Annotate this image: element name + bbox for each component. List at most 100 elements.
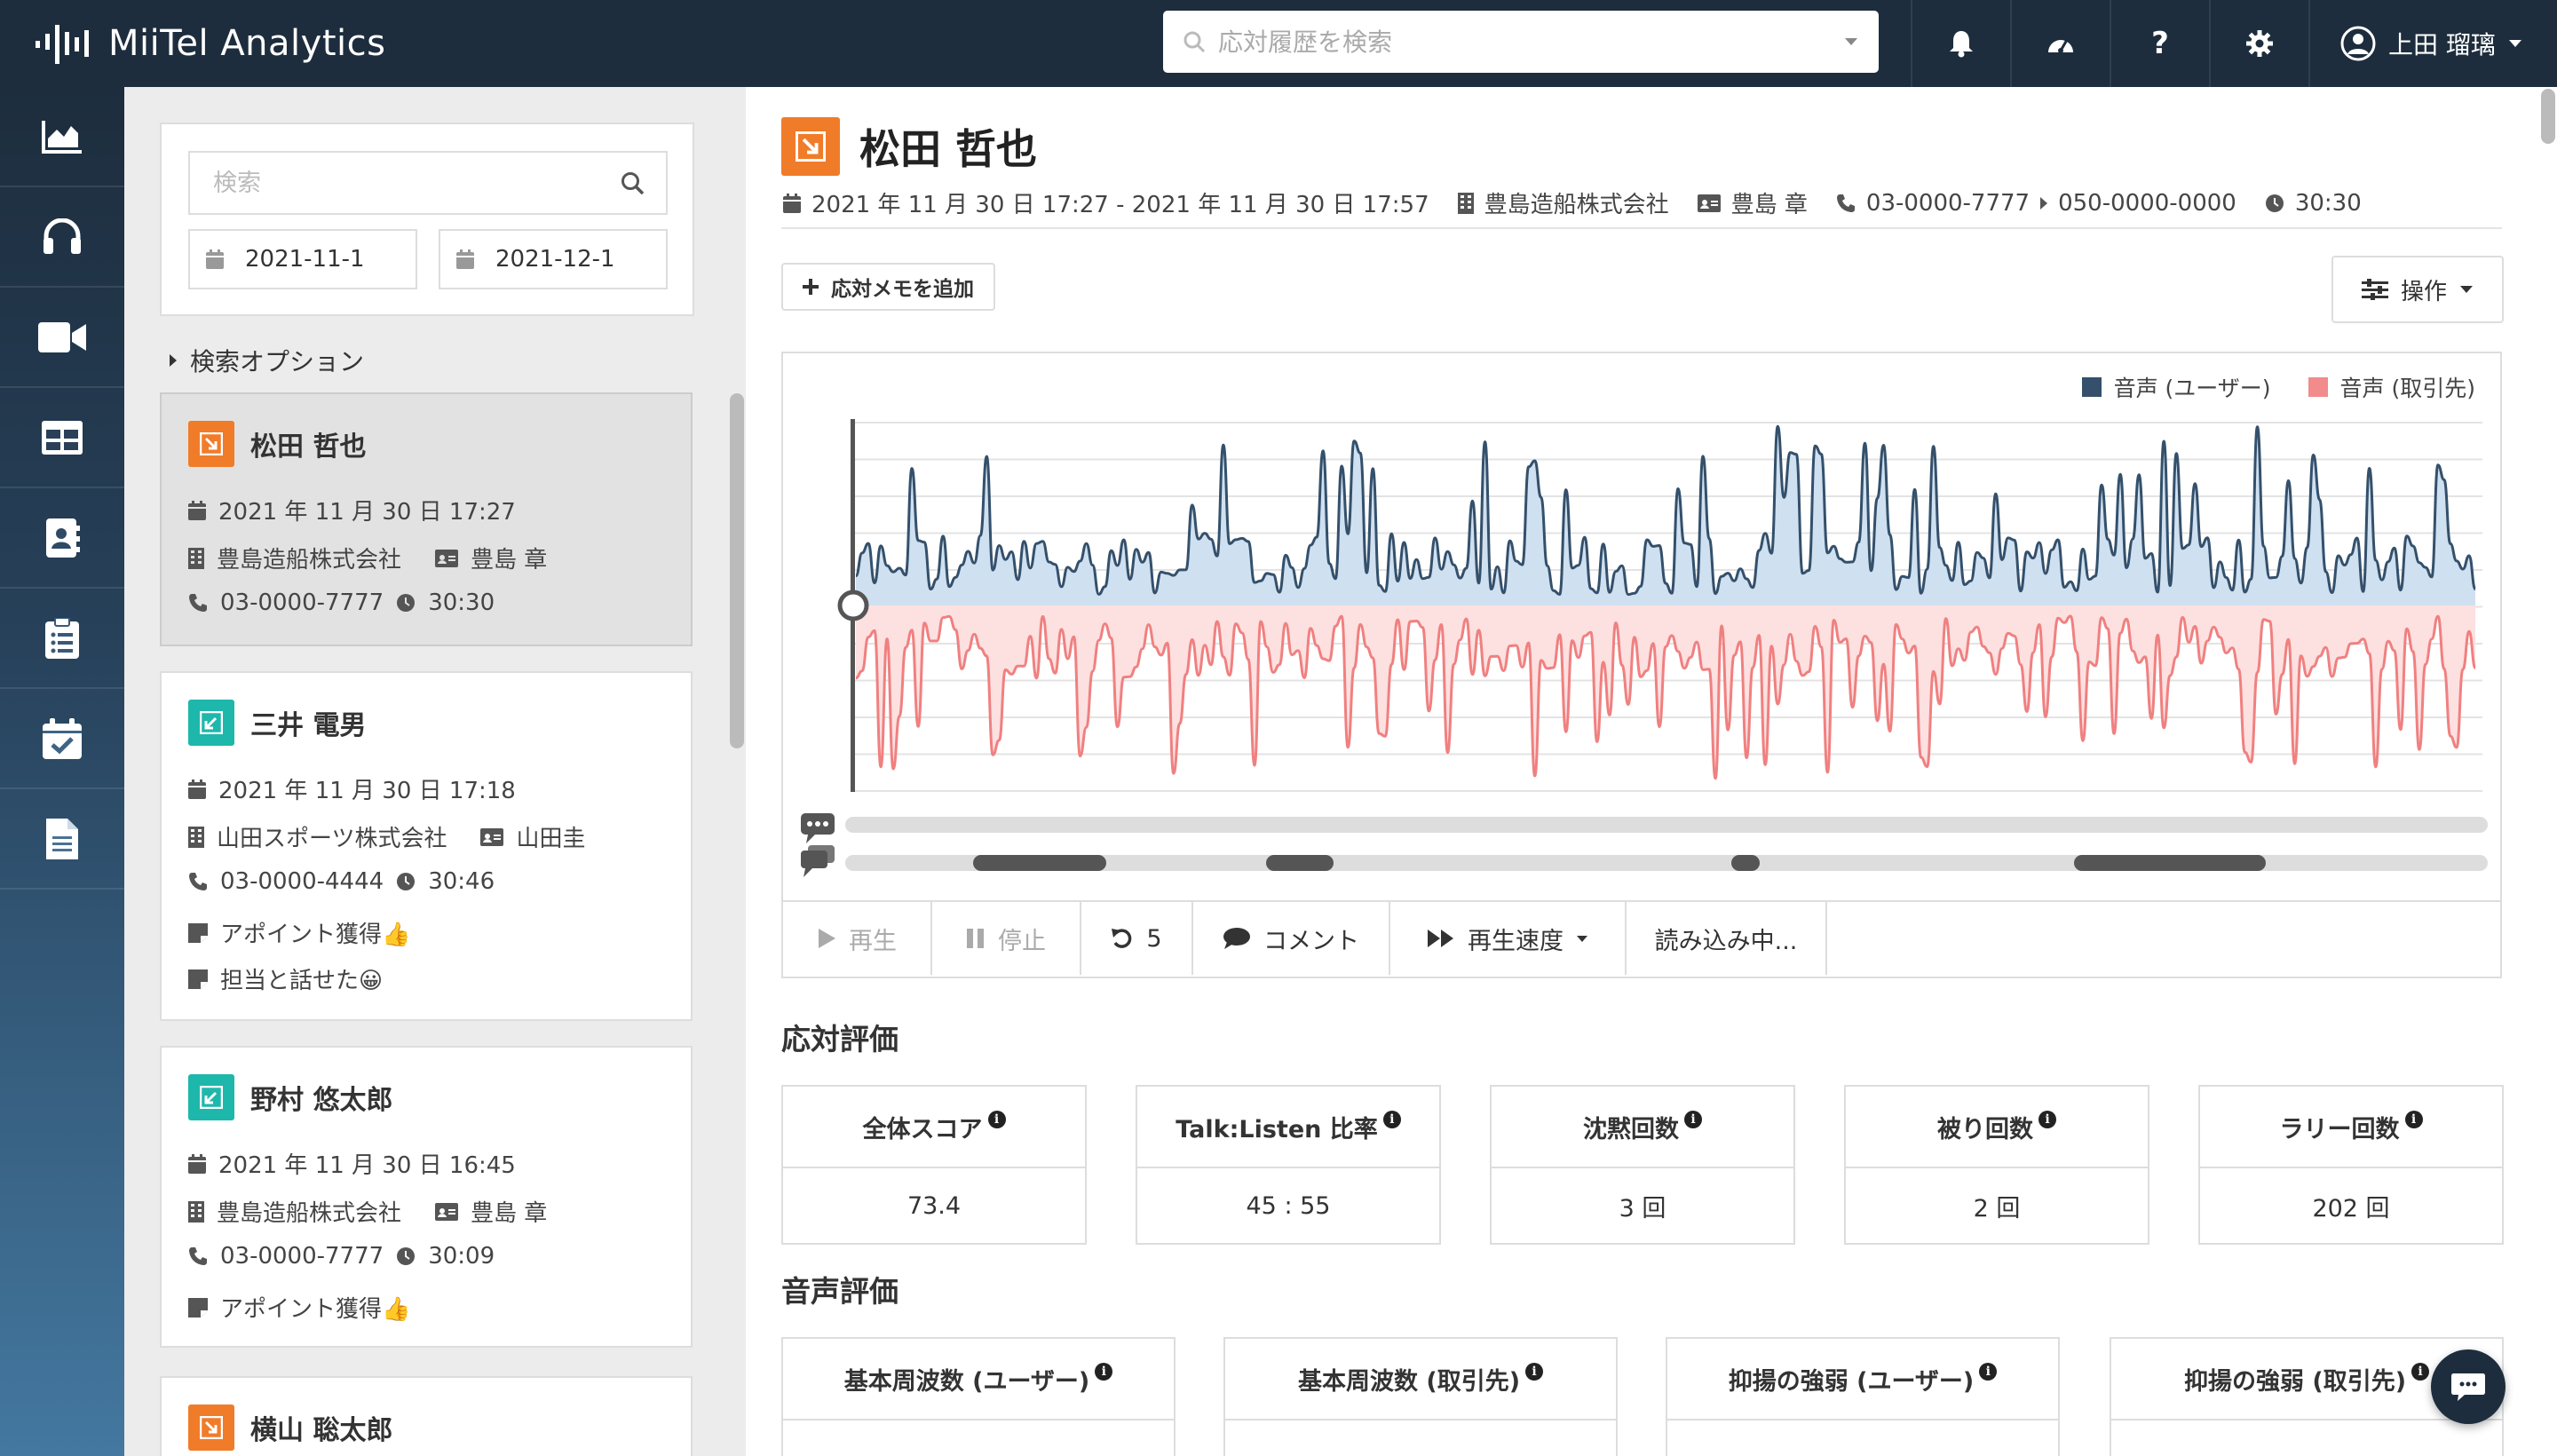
nav-table[interactable] <box>0 388 124 488</box>
plus-icon <box>803 279 819 295</box>
call-list-item[interactable]: 野村 悠太郎 2021 年 11 月 30 日 16:45 豊島造船株式会社 豊… <box>160 1046 693 1348</box>
clock-icon <box>397 873 416 890</box>
app-title: MiiTel Analytics <box>108 23 386 64</box>
comment-bubble-icon <box>801 813 835 843</box>
call-list-item[interactable]: 横山 聡太郎 <box>160 1376 693 1456</box>
waveform-chart[interactable] <box>783 353 2500 904</box>
nav-video[interactable] <box>0 288 124 388</box>
calendar-check-icon <box>43 717 82 759</box>
metric-label: ラリー回数 <box>2279 1115 2400 1143</box>
nav-contacts[interactable] <box>0 488 124 589</box>
company-name: 豊島造船株式会社 <box>217 1200 402 1227</box>
search-icon <box>1184 31 1206 53</box>
rewind-icon <box>1112 929 1132 948</box>
loading-label: 読み込み中... <box>1654 927 1798 955</box>
notifications-button[interactable] <box>1912 0 2010 87</box>
comment-button[interactable]: コメント <box>1193 902 1390 975</box>
note-icon <box>188 969 208 989</box>
id-card-icon <box>435 1202 459 1221</box>
search-icon[interactable] <box>620 170 645 195</box>
metric-label: 抑揚の強弱 (ユーザー) <box>1728 1367 1975 1396</box>
voice-eval-title: 音声評価 <box>781 1274 899 1309</box>
date-to-field[interactable]: 2021-12-1 <box>439 229 668 289</box>
voice-metric-card: 基本周波数 (ユーザー) i <box>781 1337 1176 1456</box>
speech-segment[interactable] <box>1266 855 1334 871</box>
dashboard-button[interactable] <box>2012 0 2110 87</box>
user-voice-fill <box>856 426 2475 605</box>
detail-header: 松田 哲也 <box>781 117 1037 176</box>
info-icon[interactable]: i <box>1382 1111 1401 1128</box>
info-icon[interactable]: i <box>1525 1363 1544 1381</box>
chat-support-button[interactable] <box>2431 1349 2506 1424</box>
metric-label: 抑揚の強弱 (取引先) <box>2183 1367 2407 1396</box>
call-note: 担当と話せた😀 <box>220 968 384 994</box>
call-list-item[interactable]: 三井 電男 2021 年 11 月 30 日 17:18 山田スポーツ株式会社 … <box>160 671 693 1021</box>
settings-button[interactable] <box>2211 0 2308 87</box>
operations-label: 操作 <box>2400 278 2447 305</box>
comments-icon <box>801 845 835 877</box>
nav-documents[interactable] <box>0 789 124 890</box>
info-icon[interactable]: i <box>2411 1363 2430 1381</box>
detail-to-phone: 050-0000-0000 <box>2058 189 2236 217</box>
chevron-down-icon <box>2508 40 2521 47</box>
nav-analytics[interactable] <box>0 87 124 187</box>
phone-number: 03-0000-7777 <box>220 1243 384 1270</box>
help-button[interactable]: ? <box>2111 0 2209 87</box>
call-list-panel: 2021-11-1 - 2021-12-1 検索オプション 松田 哲也 2021… <box>124 87 746 1456</box>
info-icon[interactable]: i <box>1979 1363 1998 1381</box>
speech-segment[interactable] <box>2074 855 2266 871</box>
detail-duration: 30:30 <box>2294 189 2362 217</box>
history-search[interactable] <box>1163 11 1879 73</box>
info-icon[interactable]: i <box>987 1111 1006 1128</box>
list-search-box: 2021-11-1 - 2021-12-1 <box>160 123 694 316</box>
id-card-icon <box>1697 194 1721 212</box>
note-icon <box>188 922 208 943</box>
sliders-icon <box>2361 279 2388 300</box>
detail-datetime: 2021 年 11 月 30 日 17:27 - 2021 年 11 月 30 … <box>811 192 1429 218</box>
playback-speed-button[interactable]: 再生速度 <box>1390 902 1627 975</box>
comment-track[interactable] <box>845 817 2488 833</box>
user-name: 上田 瑠璃 <box>2388 30 2496 59</box>
keyword-search[interactable] <box>188 151 668 215</box>
rewind-button[interactable]: 5 <box>1081 902 1193 975</box>
play-button[interactable]: 再生 <box>783 902 932 975</box>
keyword-search-input[interactable] <box>211 168 620 198</box>
building-icon <box>1457 192 1474 214</box>
history-search-input[interactable] <box>1216 26 1843 58</box>
playhead-handle[interactable] <box>837 590 869 621</box>
info-icon[interactable]: i <box>1095 1363 1113 1381</box>
info-icon[interactable]: i <box>2404 1111 2423 1128</box>
call-list-item[interactable]: 松田 哲也 2021 年 11 月 30 日 17:27 豊島造船株式会社 豊島… <box>160 392 693 646</box>
nav-calendar[interactable] <box>0 689 124 789</box>
headset-icon <box>44 218 81 254</box>
app-logo[interactable]: MiiTel Analytics <box>36 23 385 64</box>
date-from-field[interactable]: 2021-11-1 <box>188 229 417 289</box>
info-icon[interactable]: i <box>1684 1111 1702 1128</box>
add-memo-button[interactable]: 応対メモを追加 <box>781 263 995 311</box>
calendar-icon <box>783 193 801 213</box>
bell-icon <box>1950 31 1973 58</box>
stop-button[interactable]: 停止 <box>932 902 1081 975</box>
info-icon[interactable]: i <box>2038 1111 2056 1128</box>
nav-calls[interactable] <box>0 187 124 288</box>
caret-right-icon <box>170 354 177 367</box>
caller-name: 野村 悠太郎 <box>250 1085 393 1116</box>
id-card-icon <box>435 549 459 567</box>
logo-waveform-icon <box>36 25 89 64</box>
call-datetime: 2021 年 11 月 30 日 16:45 <box>218 1152 516 1179</box>
outbound-call-icon <box>188 421 234 467</box>
chevron-down-icon[interactable] <box>1843 36 1859 47</box>
nav-tasks[interactable] <box>0 589 124 689</box>
user-menu[interactable]: 上田 瑠璃 <box>2340 0 2522 87</box>
playback-speed-label: 再生速度 <box>1468 927 1563 955</box>
dashboard-icon <box>2048 39 2073 53</box>
list-scrollbar[interactable] <box>730 393 744 748</box>
search-options-toggle[interactable]: 検索オプション <box>169 343 364 378</box>
main-scrollbar[interactable] <box>2541 89 2555 144</box>
operations-button[interactable]: 操作 <box>2331 256 2504 323</box>
address-book-icon <box>46 518 80 558</box>
speech-segment[interactable] <box>1731 855 1760 871</box>
speech-segment[interactable] <box>973 855 1106 871</box>
divider <box>781 227 2502 229</box>
area-chart-icon <box>42 120 82 154</box>
